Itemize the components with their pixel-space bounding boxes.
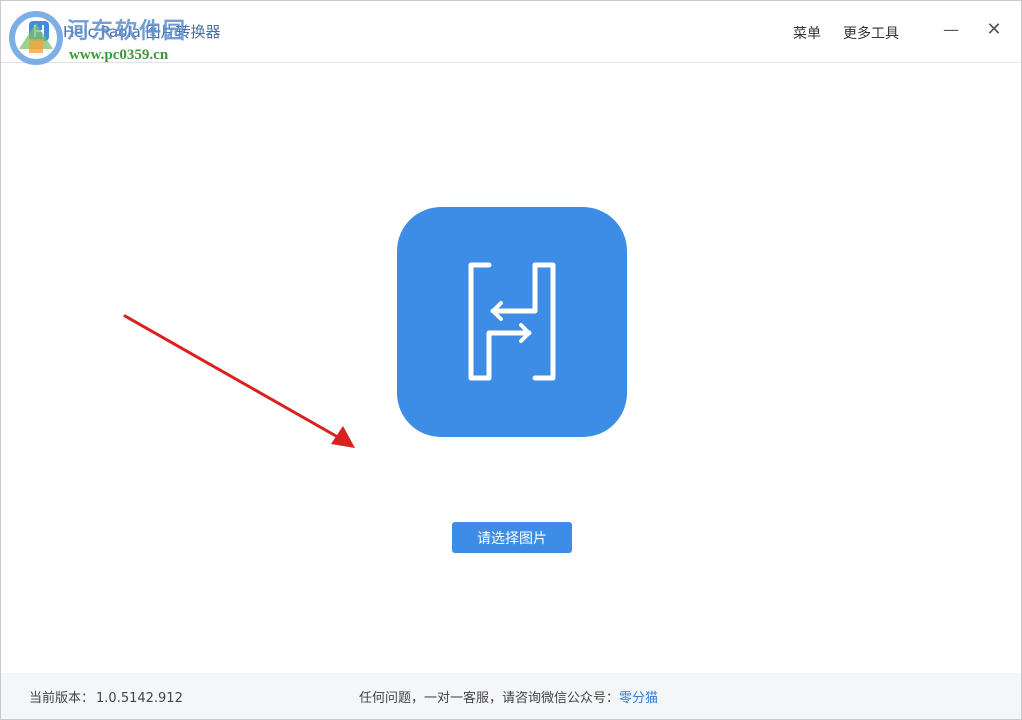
annotation-arrow	[111, 306, 361, 460]
wechat-account-link[interactable]: 零分猫	[619, 691, 658, 706]
app-window: Heic Paola 图片转换器 河东软件园 www.pc0359.cn 菜单 …	[0, 0, 1022, 720]
title-bar[interactable]: Heic Paola 图片转换器 河东软件园 www.pc0359.cn 菜单 …	[1, 1, 1021, 65]
close-button[interactable]: ✕	[982, 17, 1006, 43]
support-info: 任何问题，一对一客服，请咨询微信公众号：零分猫	[359, 687, 658, 706]
support-text: 任何问题，一对一客服，请咨询微信公众号：	[359, 691, 620, 706]
more-tools-button[interactable]: 更多工具	[843, 23, 899, 43]
watermark-site-url: www.pc0359.cn	[69, 47, 169, 63]
status-footer: 当前版本： 1.0.5142.912 任何问题，一对一客服，请咨询微信公众号：零分…	[1, 673, 1021, 719]
watermark-site-name: 河东软件园	[67, 18, 188, 44]
version-info: 当前版本： 1.0.5142.912	[29, 687, 183, 706]
minimize-button[interactable]: —	[939, 17, 963, 43]
select-image-button[interactable]: 请选择图片	[452, 522, 572, 553]
menu-button[interactable]: 菜单	[793, 23, 821, 43]
watermark-logo-icon	[7, 9, 65, 67]
heic-converter-logo-icon	[397, 207, 627, 437]
version-value: 1.0.5142.912	[96, 691, 183, 706]
version-label: 当前版本：	[29, 691, 95, 706]
